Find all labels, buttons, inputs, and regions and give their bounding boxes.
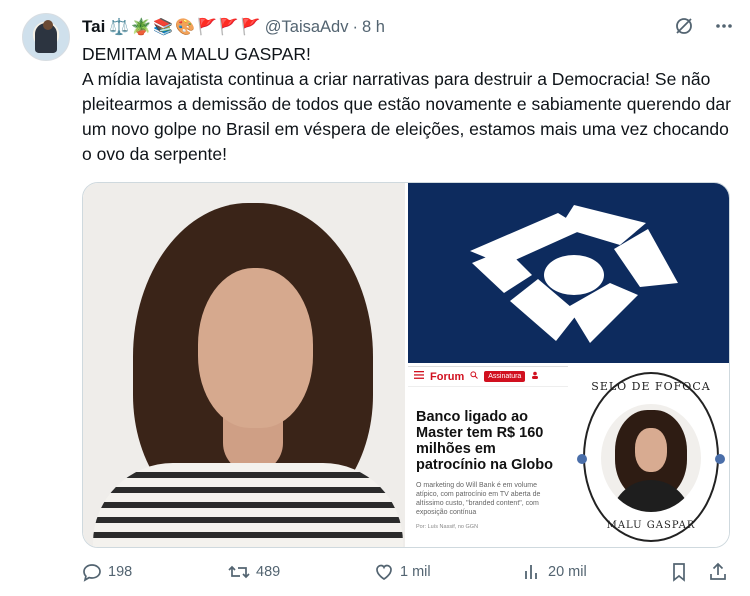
tweet-headline: DEMITAM A MALU GASPAR! (82, 44, 311, 64)
emoji-scales: ⚖️ (109, 19, 130, 36)
reply-count: 198 (108, 564, 133, 580)
media-photo-selo-fofoca[interactable]: SELO DE FOFOCA MALU GASPAR (571, 366, 729, 547)
forum-subscribe-button: Assinatura (484, 371, 526, 382)
views-count: 20 mil (548, 564, 587, 580)
avatar[interactable] (22, 13, 70, 61)
views-button[interactable]: 20 mil (522, 562, 587, 582)
author-emojis: ⚖️ 🪴 📚 🎨 🚩 🚩 🚩 (109, 17, 260, 37)
repost-icon (228, 562, 250, 582)
selo-top-text: SELO DE FOFOCA (591, 380, 711, 393)
selo-portrait (601, 404, 701, 512)
share-button[interactable] (708, 562, 728, 582)
tweet-top-actions (674, 16, 734, 36)
media-photo-forum-article[interactable]: Forum Assinatura Banco ligado ao Master … (408, 366, 568, 547)
seal-rosette-right-icon (715, 454, 725, 464)
emoji-flag-2: 🚩 (218, 19, 239, 36)
avatar-head (43, 20, 53, 30)
reply-button[interactable]: 198 (82, 562, 132, 582)
separator-dot: · (352, 17, 358, 36)
heart-icon (374, 562, 394, 582)
reply-icon (82, 562, 102, 582)
media-grid: Forum Assinatura Banco ligado ao Master … (82, 182, 730, 548)
emoji-flag-3: 🚩 (240, 19, 261, 36)
like-count: 1 mil (400, 564, 431, 580)
bookmark-button[interactable] (670, 562, 688, 582)
emoji-palette: 🎨 (175, 19, 195, 36)
search-icon (470, 371, 479, 382)
hamburger-icon (414, 371, 424, 382)
author-name[interactable]: Tai (82, 17, 105, 37)
selo-portrait-face (635, 428, 667, 472)
views-icon (522, 562, 542, 582)
media-photo-portrait[interactable] (83, 183, 405, 547)
like-button[interactable]: 1 mil (374, 562, 431, 582)
share-icon (708, 562, 728, 582)
user-icon (531, 371, 539, 382)
emoji-plant: 🪴 (131, 19, 152, 36)
selo-bottom-text: MALU GASPAR (606, 520, 696, 531)
portrait-face (198, 268, 313, 428)
forum-headline: Banco ligado ao Master tem R$ 160 milhõe… (416, 409, 553, 473)
author-handle[interactable]: @TaisaAdv (265, 18, 349, 37)
repost-count: 489 (256, 564, 281, 580)
bookmark-icon (670, 562, 688, 582)
tweet-text: DEMITAM A MALU GASPAR! A mídia lavajatis… (82, 42, 732, 167)
tweet-time[interactable]: 8 h (362, 18, 385, 37)
tweet-action-bar: 198 489 1 mil 20 mil (82, 562, 732, 586)
receita-logo-icon (470, 205, 678, 343)
tweet-body: A mídia lavajatista continua a criar nar… (82, 69, 731, 164)
media-photo-receita-logo[interactable] (408, 183, 729, 363)
emoji-flag-1: 🚩 (197, 19, 217, 36)
forum-topbar: Forum Assinatura (408, 367, 568, 387)
repost-button[interactable]: 489 (228, 562, 280, 582)
emoji-books: 📚 (153, 19, 174, 36)
tweet-header: Tai ⚖️ 🪴 📚 🎨 🚩 🚩 🚩 @TaisaAdv · 8 h (82, 16, 385, 38)
portrait-striped-shirt (93, 463, 403, 547)
more-icon[interactable] (714, 16, 734, 36)
forum-byline: Por: Luís Nassif, no GGN (416, 524, 479, 530)
seal-rosette-left-icon (577, 454, 587, 464)
forum-logo: Forum (430, 370, 465, 383)
grok-icon[interactable] (674, 16, 694, 36)
forum-subtitle: O marketing do Will Bank é em volume atí… (416, 482, 541, 516)
